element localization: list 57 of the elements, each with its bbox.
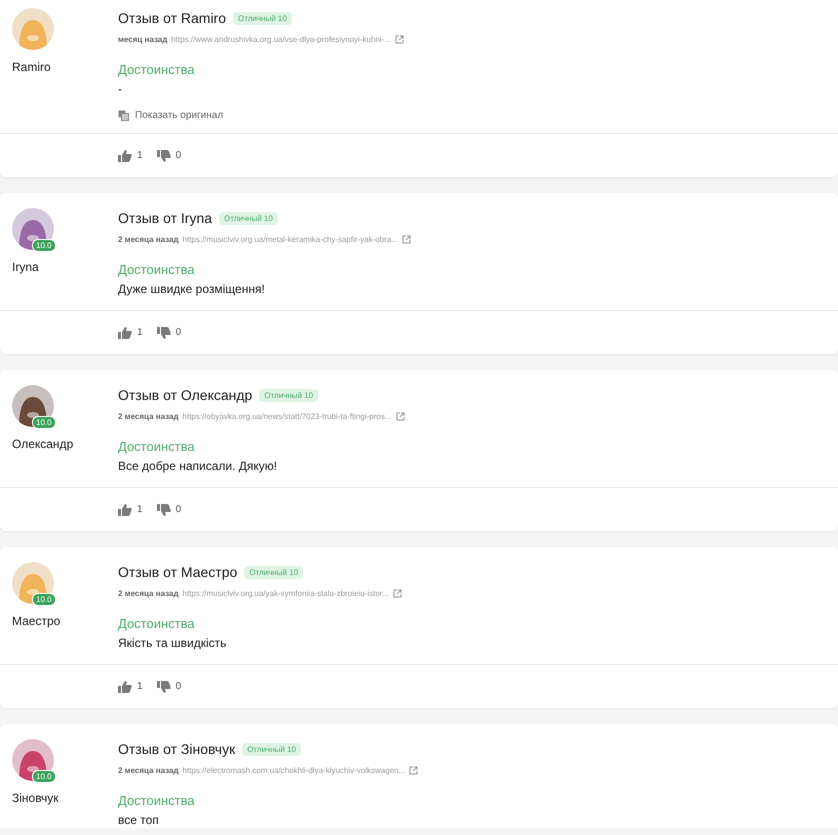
rating-badge: Отличный 10	[242, 742, 301, 756]
section-label: Достоинства	[118, 616, 196, 631]
review-time: 2 месяца назад	[118, 766, 179, 775]
thumbs-down-icon	[156, 150, 171, 162]
section-label: Достоинства	[118, 439, 196, 454]
review-text: -	[118, 82, 123, 96]
author-name[interactable]: Зіновчук	[12, 791, 118, 805]
dislike-button[interactable]: 0	[156, 150, 182, 162]
score-badge: 10.0	[32, 593, 56, 606]
review-text: Якість та швидкість	[118, 636, 228, 650]
translate-icon	[118, 110, 129, 121]
like-button[interactable]: 1	[118, 326, 143, 338]
rating-badge: Отличный 10	[259, 388, 318, 402]
thumbs-up-icon	[118, 150, 132, 162]
external-link-icon	[409, 766, 418, 775]
external-link-icon	[392, 589, 402, 598]
section-label: Достоинства	[118, 793, 196, 808]
review-title: Отзыв от Iryna	[118, 210, 212, 226]
thumbs-down-icon	[156, 680, 171, 692]
like-button[interactable]: 1	[118, 150, 143, 162]
thumbs-up-icon	[118, 680, 132, 692]
thumbs-down-icon	[156, 326, 171, 338]
external-link-icon	[394, 35, 404, 44]
review-text: все топ	[118, 813, 160, 827]
thumbs-down-icon	[156, 504, 171, 516]
score-badge: 10.0	[32, 770, 56, 783]
author-name[interactable]: Iryna	[12, 260, 118, 274]
external-link-icon	[396, 412, 405, 421]
author-name[interactable]: Олександр	[12, 437, 118, 451]
thumbs-up-icon	[118, 326, 132, 338]
review-title: Отзыв от Ramiro	[118, 10, 226, 26]
rating-badge: Отличный 10	[219, 212, 278, 224]
review-time: 2 месяца назад	[118, 589, 179, 598]
review-time: месяц назад	[118, 35, 168, 44]
author-name[interactable]: Ramiro	[12, 60, 118, 74]
like-button[interactable]: 1	[118, 680, 143, 692]
review-time: 2 месяца назад	[118, 412, 179, 421]
review-title: Отзыв от Маестро	[118, 564, 238, 580]
dislike-button[interactable]: 0	[156, 680, 182, 692]
review-time: 2 месяца назад	[118, 235, 179, 244]
score-badge: 10.0	[32, 416, 56, 429]
external-link-icon	[402, 235, 411, 244]
rating-badge: Отличный 10	[244, 566, 304, 578]
review-text: Все добре написали. Дякую!	[118, 459, 278, 473]
section-label: Достоинства	[118, 62, 196, 77]
review-title: Отзыв от Олександр	[118, 387, 252, 403]
section-label: Достоинства	[118, 262, 196, 277]
dislike-button[interactable]: 0	[156, 504, 182, 516]
review-title: Отзыв от Зіновчук	[118, 741, 236, 757]
review-text: Дуже швидке розміщення!	[118, 282, 266, 296]
author-name[interactable]: Маестро	[12, 614, 118, 628]
like-button[interactable]: 1	[118, 504, 143, 516]
score-badge: 10.0	[32, 239, 56, 252]
thumbs-up-icon	[118, 504, 132, 516]
dislike-button[interactable]: 0	[156, 326, 182, 338]
rating-badge: Отличный 10	[233, 12, 292, 24]
show-original-button[interactable]: Показать оригинал	[118, 110, 224, 121]
